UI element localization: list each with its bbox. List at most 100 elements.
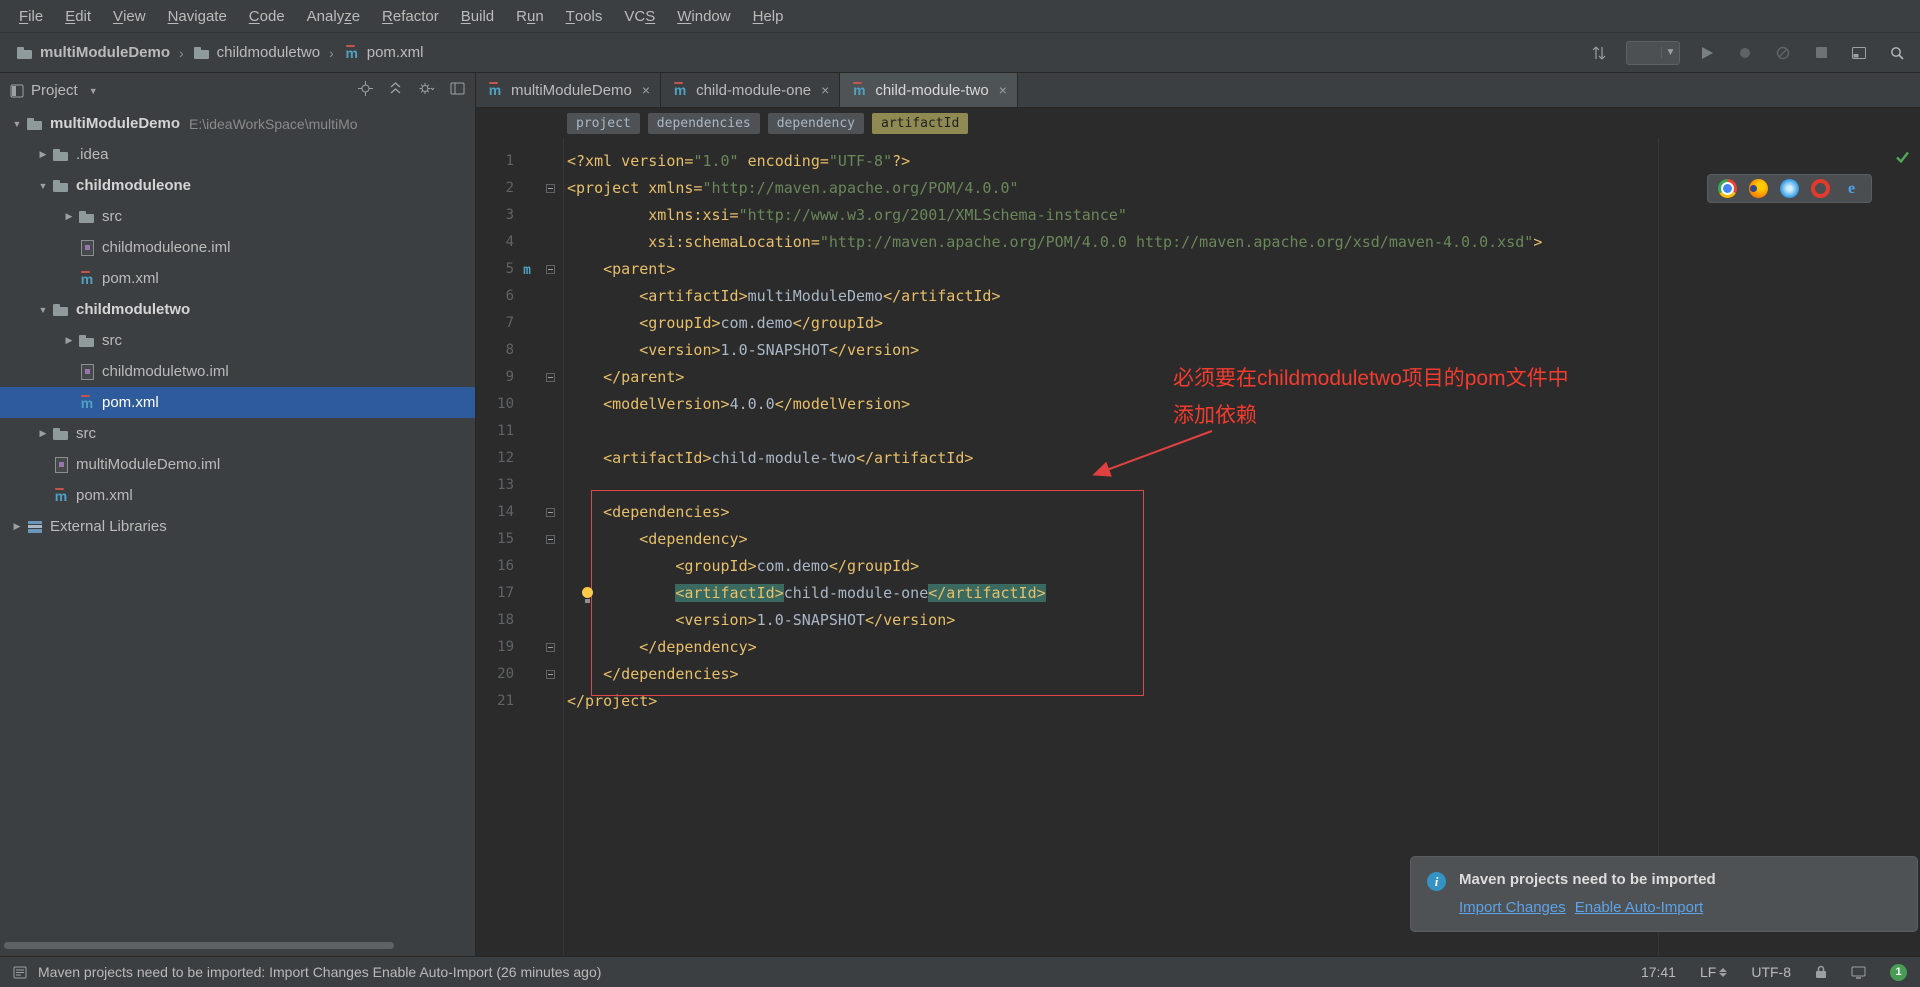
chevron-collapsed-icon[interactable]: ▶ [60,211,78,222]
chevron-expanded-icon[interactable]: ▼ [8,119,26,129]
tree-item-idea[interactable]: ▶ .idea [0,139,475,170]
maven-parent-icon[interactable]: m [523,263,531,278]
ie-icon[interactable]: e [1842,179,1861,198]
inspections-ok-icon[interactable] [1895,150,1910,168]
lock-icon[interactable] [1815,965,1827,979]
chevron-collapsed-icon[interactable]: ▶ [60,335,78,346]
menu-code[interactable]: Code [238,0,296,32]
menu-refactor[interactable]: Refactor [371,0,450,32]
chrome-icon[interactable] [1718,179,1737,198]
run-configuration-select[interactable]: ▼ [1626,40,1680,65]
coverage-icon[interactable] [1772,42,1794,64]
intention-bulb-icon[interactable] [580,587,595,604]
fold-marker-icon[interactable] [545,508,555,517]
project-horizontal-scrollbar[interactable] [4,942,394,949]
menu-window[interactable]: Window [666,0,741,32]
tree-item-pom-xml[interactable]: m pom.xml [0,263,475,294]
notification-count-badge[interactable]: 1 [1890,963,1907,981]
fold-marker-icon[interactable] [545,535,555,544]
fold-marker-icon[interactable] [545,373,555,382]
close-icon[interactable]: × [999,82,1007,98]
menu-build[interactable]: Build [450,0,505,32]
menu-analyze[interactable]: Analy z e [296,0,371,32]
gutter: 11 [476,418,563,445]
breadcrumb-childmoduletwo[interactable]: childmoduletwo [189,42,324,63]
code-line-6[interactable]: 6 <artifactId>multiModuleDemo</artifactI… [476,283,1920,310]
fold-marker-icon[interactable] [545,643,555,652]
stop-icon[interactable] [1810,42,1832,64]
code-line-2[interactable]: 2 <project xmlns="http://maven.apache.org… [476,175,1920,202]
encoding-widget[interactable]: UTF-8 [1751,964,1791,980]
tree-item-src[interactable]: ▶ src [0,418,475,449]
menu-tools[interactable]: Tools [555,0,614,32]
hide-panel-icon[interactable] [450,81,465,100]
project-path: E:\ideaWorkSpace\multiMo [189,115,358,132]
code-line-4[interactable]: 4 xsi:schemaLocation="http://maven.apach… [476,229,1920,256]
folder-icon [16,45,34,61]
link-enable-auto-import[interactable]: Enable Auto-Import [1575,899,1703,916]
fold-marker-icon[interactable] [545,265,555,274]
chevron-collapsed-icon[interactable]: ▶ [34,428,52,439]
tree-item-multimoduledemo[interactable]: ▼ multiModuleDemo E:\ideaWorkSpace\multiMo [0,108,475,139]
code-line-12[interactable]: 12 <artifactId>child-module-two</artifac… [476,445,1920,472]
safari-icon[interactable] [1780,179,1799,198]
tab-multimoduledemo[interactable]: m multiModuleDemo × [476,73,662,107]
highlighting-level-icon[interactable] [1851,966,1866,979]
close-icon[interactable]: × [821,82,829,98]
tab-child-module-two[interactable]: m child-module-two × [840,73,1018,107]
line-separator-widget[interactable]: LF [1700,964,1728,980]
tree-item-childmoduleone[interactable]: ▼ childmoduleone [0,170,475,201]
profiler-icon[interactable] [1734,42,1756,64]
tree-item-childmoduletwo-iml[interactable]: childmoduletwo.iml [0,356,475,387]
settings-gear-icon[interactable] [418,81,435,100]
fold-marker-icon[interactable] [545,670,555,679]
code-line-5[interactable]: 5m <parent> [476,256,1920,283]
menu-edit[interactable]: Edit [54,0,102,32]
xml-crumb-artifactid[interactable]: artifactId [872,112,969,134]
code-line-7[interactable]: 7 <groupId>com.demo</groupId> [476,310,1920,337]
run-button[interactable] [1696,42,1718,64]
updates-icon[interactable] [1588,42,1610,64]
tree-item-multimoduledemo-iml[interactable]: multiModuleDemo.iml [0,449,475,480]
menu-help[interactable]: Help [742,0,795,32]
chevron-expanded-icon[interactable]: ▼ [34,305,52,315]
tree-item-src[interactable]: ▶ src [0,201,475,232]
chevron-collapsed-icon[interactable]: ▶ [8,521,26,532]
firefox-icon[interactable] [1749,179,1768,198]
editor[interactable]: 1 <?xml version="1.0" encoding="UTF-8"?> 2… [476,138,1920,956]
breadcrumb-pom-xml[interactable]: m pom.xml [339,42,428,63]
opera-icon[interactable] [1811,179,1830,198]
menu-run[interactable]: Run [505,0,555,32]
collapse-all-icon[interactable] [388,81,403,100]
xml-crumb-dependencies[interactable]: dependencies [647,112,760,134]
menu-file[interactable]: File [8,0,54,32]
tab-child-module-one[interactable]: m child-module-one × [661,73,841,107]
fold-marker-icon[interactable] [545,184,555,193]
menu-navigate[interactable]: Navigate [157,0,238,32]
event-log-icon[interactable] [13,966,27,979]
clock: 17:41 [1640,964,1676,980]
menu-view[interactable]: View [102,0,157,32]
xml-crumb-project[interactable]: project [567,112,640,134]
tree-item-childmoduletwo[interactable]: ▼ childmoduletwo [0,294,475,325]
status-message[interactable]: Maven projects need to be imported: Impo… [38,964,601,980]
tree-item-pom-xml[interactable]: m pom.xml [0,480,475,511]
chevron-collapsed-icon[interactable]: ▶ [34,149,52,160]
search-icon[interactable] [1886,42,1908,64]
tree-item-external-libraries[interactable]: ▶ External Libraries [0,511,475,542]
tree-item-pom-xml[interactable]: m pom.xml [0,387,475,418]
notification-links: Import Changes Enable Auto-Import [1459,899,1716,916]
xml-crumb-dependency[interactable]: dependency [767,112,864,134]
menu-vcs[interactable]: VC S [613,0,666,32]
tool-windows-icon[interactable] [1848,42,1870,64]
breadcrumb-multimoduledemo[interactable]: multiModuleDemo [12,42,174,63]
tree-item-src[interactable]: ▶ src [0,325,475,356]
link-import-changes[interactable]: Import Changes [1459,899,1566,916]
locate-file-icon[interactable] [358,81,373,100]
code-line-3[interactable]: 3 xmlns:xsi="http://www.w3.org/2001/XMLS… [476,202,1920,229]
code-line-1[interactable]: 1 <?xml version="1.0" encoding="UTF-8"?> [476,148,1920,175]
project-panel-title[interactable]: Project ▼ [10,82,98,99]
close-icon[interactable]: × [642,82,650,98]
tree-item-childmoduleone-iml[interactable]: childmoduleone.iml [0,232,475,263]
chevron-expanded-icon[interactable]: ▼ [34,181,52,191]
